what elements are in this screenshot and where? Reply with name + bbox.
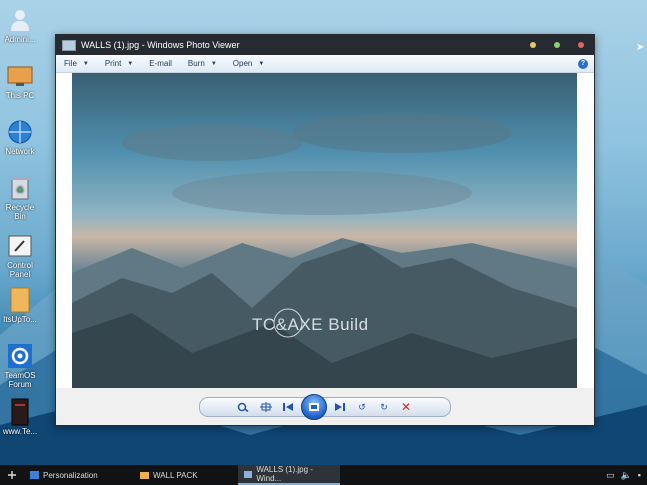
system-tray: ▭ 🔈 ▪ xyxy=(606,470,641,481)
actual-size-button[interactable] xyxy=(255,400,277,414)
slideshow-button[interactable] xyxy=(301,394,327,420)
title-bar[interactable]: WALLS (1).jpg - Windows Photo Viewer xyxy=(56,35,594,55)
viewer-controls: ↺ ↻ ✕ xyxy=(56,391,594,423)
desktop-icon-label: www.Te... xyxy=(2,427,38,436)
start-button[interactable] xyxy=(0,465,24,485)
photo-mountains xyxy=(72,113,577,388)
displayed-photo: TC&AXE Build xyxy=(72,73,577,388)
desktop-icon-label: Control Panel xyxy=(7,261,33,279)
next-button[interactable] xyxy=(329,400,351,414)
desktop-icon-itsupto[interactable]: ItsUpTo... xyxy=(0,286,40,324)
menu-email[interactable]: E-mail xyxy=(141,59,180,68)
desktop-icon-this-pc[interactable]: This PC xyxy=(0,62,40,100)
desktop-icon-label: TeamOS Forum xyxy=(4,371,36,389)
image-viewer-area: TC&AXE Build xyxy=(56,73,594,388)
svg-text:♻: ♻ xyxy=(16,185,24,195)
photo-viewer-icon xyxy=(62,39,76,51)
show-desktop-icon[interactable]: ▪ xyxy=(638,470,641,481)
network-tray-icon[interactable]: ▭ xyxy=(606,470,615,481)
computer-icon xyxy=(6,62,34,90)
rotate-left-icon[interactable]: ↺ xyxy=(351,400,373,414)
window-title: WALLS (1).jpg - Windows Photo Viewer xyxy=(81,40,240,50)
user-icon xyxy=(6,6,34,34)
close-button[interactable] xyxy=(578,42,584,48)
book-icon xyxy=(6,398,34,426)
menu-burn[interactable]: Burn ▼ xyxy=(180,59,225,68)
watermark-text: TC&AXE Build xyxy=(252,315,369,334)
recycle-bin-icon: ♻ xyxy=(6,174,34,202)
chevron-down-icon: ▼ xyxy=(127,60,134,67)
zoom-button[interactable] xyxy=(233,400,255,414)
mouse-cursor-icon: ➤ xyxy=(636,42,645,53)
chevron-down-icon: ▼ xyxy=(210,60,217,67)
desktop-icon-network[interactable]: Network xyxy=(0,118,40,156)
menu-open[interactable]: Open ▼ xyxy=(225,59,273,68)
desktop-icon-label: ItsUpTo... xyxy=(3,315,37,324)
desktop-icon-label: Recycle Bin xyxy=(5,203,35,221)
volume-icon[interactable]: 🔈 xyxy=(621,470,632,481)
maximize-button[interactable] xyxy=(554,42,560,48)
photo-viewer-window: WALLS (1).jpg - Windows Photo Viewer Fil… xyxy=(55,34,595,426)
desktop-icon-teamos[interactable]: TeamOS Forum xyxy=(0,342,40,389)
menu-file[interactable]: File ▼ xyxy=(56,59,97,68)
network-icon xyxy=(6,118,34,146)
taskbar: Personalization WALL PACK WALLS (1).jpg … xyxy=(0,465,647,485)
desktop-icon-label: Admini... xyxy=(4,35,36,44)
chevron-down-icon: ▼ xyxy=(82,60,89,67)
menu-bar: File ▼ Print ▼ E-mail Burn ▼ Open ▼ ? xyxy=(56,55,594,73)
desktop-icon-label: Network xyxy=(5,147,35,156)
minimize-button[interactable] xyxy=(530,42,536,48)
control-panel-icon xyxy=(6,232,34,260)
taskbar-item-personalization[interactable]: Personalization xyxy=(24,465,126,485)
folder-icon xyxy=(6,286,34,314)
desktop-icon-label: This PC xyxy=(5,91,35,100)
desktop-icon-recycle-bin[interactable]: ♻ Recycle Bin xyxy=(0,174,40,221)
photo-viewer-icon xyxy=(244,470,253,478)
folder-icon xyxy=(140,471,149,479)
desktop-icon-admin[interactable]: Admini... xyxy=(0,6,40,44)
previous-button[interactable] xyxy=(277,400,299,414)
delete-button[interactable]: ✕ xyxy=(395,400,417,414)
personalization-icon xyxy=(30,471,39,479)
menu-print[interactable]: Print ▼ xyxy=(97,59,141,68)
help-icon[interactable]: ? xyxy=(578,58,588,69)
control-pill: ↺ ↻ ✕ xyxy=(199,394,451,420)
rotate-right-icon[interactable]: ↻ xyxy=(373,400,395,414)
taskbar-item-wall-pack[interactable]: WALL PACK xyxy=(134,465,236,485)
desktop-icon-www[interactable]: www.Te... xyxy=(0,398,40,436)
taskbar-item-photo-viewer[interactable]: WALLS (1).jpg - Wind... xyxy=(238,465,340,485)
gear-icon xyxy=(6,342,34,370)
chevron-down-icon: ▼ xyxy=(258,60,265,67)
desktop-icon-control-panel[interactable]: Control Panel xyxy=(0,232,40,279)
